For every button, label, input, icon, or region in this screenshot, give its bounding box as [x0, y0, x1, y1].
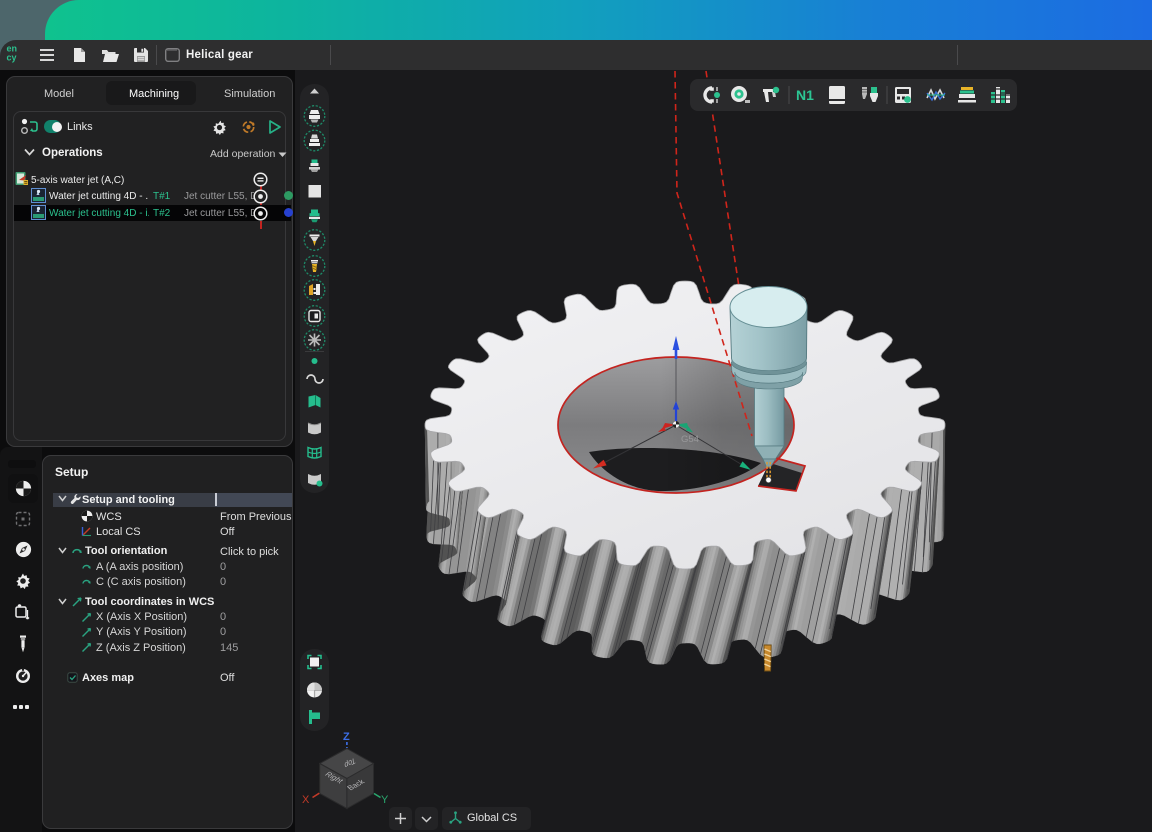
svg-text:cy: cy	[7, 53, 17, 63]
svg-text:G54: G54	[681, 434, 699, 445]
svg-text:Y: Y	[381, 794, 389, 806]
svg-text:X: X	[302, 794, 310, 806]
svg-text:Z: Z	[343, 731, 350, 743]
svg-text:N1: N1	[796, 87, 814, 103]
